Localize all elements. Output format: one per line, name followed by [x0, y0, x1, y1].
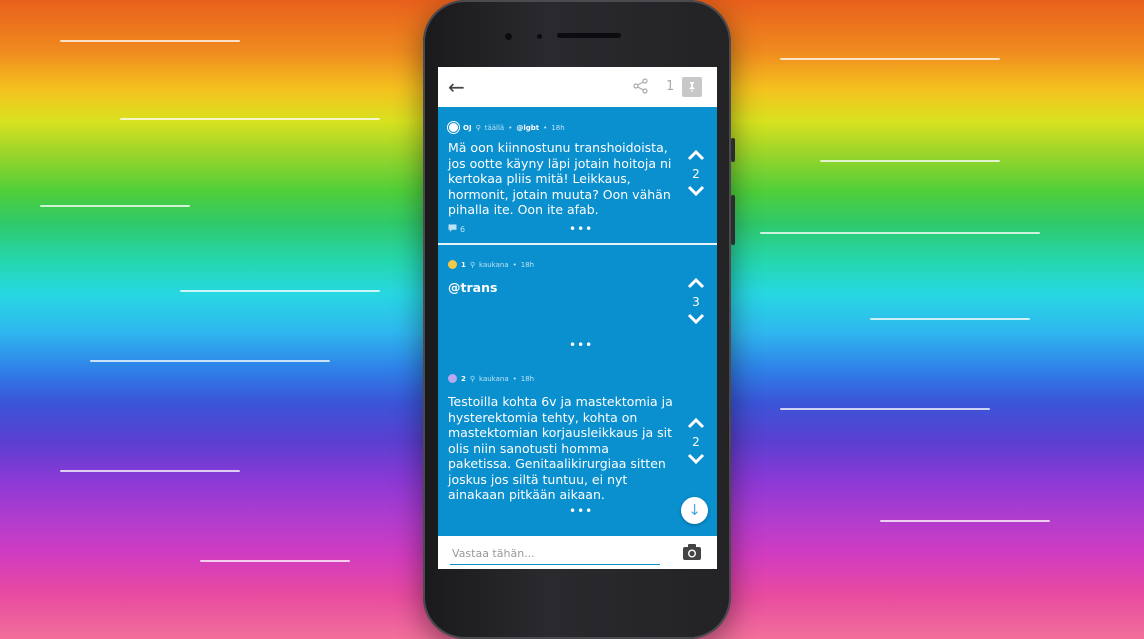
downvote-icon[interactable]	[682, 451, 710, 469]
camera-icon[interactable]	[682, 543, 702, 561]
upvote-icon[interactable]	[682, 275, 710, 293]
pin-icon[interactable]	[682, 77, 702, 97]
reply-meta: 1 ⚲ kaukana • 18h	[448, 260, 534, 269]
more-options-icon[interactable]: •••	[569, 504, 593, 518]
author-name: 1	[461, 260, 466, 269]
reply-bar	[438, 536, 717, 569]
vote-control: 2	[682, 147, 710, 201]
author-name: OJ	[463, 123, 472, 132]
reply-text: Testoilla kohta 6v ja mastektomia ja hys…	[448, 394, 673, 502]
pin-count: 1	[666, 79, 675, 94]
post-location: kaukana	[479, 374, 509, 383]
post-time: 18h	[520, 260, 535, 269]
author-avatar	[448, 260, 457, 269]
post-meta: OJ ⚲ täällä • @lgbt • 18h	[448, 122, 565, 133]
vote-count: 2	[692, 167, 700, 181]
volume-button	[731, 195, 735, 245]
comment-count: 6	[448, 224, 465, 234]
more-options-icon[interactable]: •••	[569, 222, 593, 236]
vote-count: 2	[692, 435, 700, 449]
upvote-icon[interactable]	[682, 147, 710, 165]
vote-control: 2	[682, 415, 710, 469]
earpiece-speaker	[557, 33, 621, 38]
reply-item[interactable]: 2 ⚲ kaukana • 18h Testoilla kohta 6v ja …	[438, 359, 717, 536]
location-pin-icon: ⚲	[475, 123, 481, 132]
location-pin-icon: ⚲	[469, 260, 476, 269]
post-location: kaukana	[479, 260, 509, 269]
post-time: 18h	[520, 374, 535, 383]
vote-control: 3	[682, 275, 710, 329]
scroll-down-button[interactable]: ↓	[681, 497, 708, 524]
top-bar: ← 1	[438, 67, 717, 107]
more-options-icon[interactable]: •••	[569, 338, 593, 352]
reply-meta: 2 ⚲ kaukana • 18h	[448, 374, 534, 383]
author-avatar	[448, 122, 459, 133]
vote-count: 3	[692, 295, 700, 309]
back-icon[interactable]: ←	[448, 75, 465, 99]
reply-text: @trans	[448, 280, 498, 295]
sensor	[537, 34, 542, 39]
original-post[interactable]: OJ ⚲ täällä • @lgbt • 18h Mä oon kiinnos…	[438, 107, 717, 242]
comment-icon	[448, 224, 457, 234]
author-avatar	[448, 374, 457, 383]
downvote-icon[interactable]	[682, 183, 710, 201]
share-icon[interactable]	[632, 77, 650, 95]
app-screen: ← 1 OJ ⚲ täällä • @lgbt • 18h Mä oon kii…	[438, 67, 717, 569]
reply-input[interactable]	[450, 542, 660, 565]
downvote-icon[interactable]	[682, 311, 710, 329]
post-time: 18h	[551, 123, 565, 132]
power-button	[731, 138, 735, 162]
post-location: täällä	[484, 123, 505, 132]
upvote-icon[interactable]	[682, 415, 710, 433]
channel-tag[interactable]: @lgbt	[516, 124, 539, 132]
post-text: Mä oon kiinnostunu transhoidoista, jos o…	[448, 140, 672, 217]
location-pin-icon: ⚲	[469, 374, 476, 383]
reply-item[interactable]: 1 ⚲ kaukana • 18h @trans 3 •••	[438, 245, 717, 357]
author-name: 2	[461, 374, 466, 383]
front-camera	[505, 33, 512, 40]
